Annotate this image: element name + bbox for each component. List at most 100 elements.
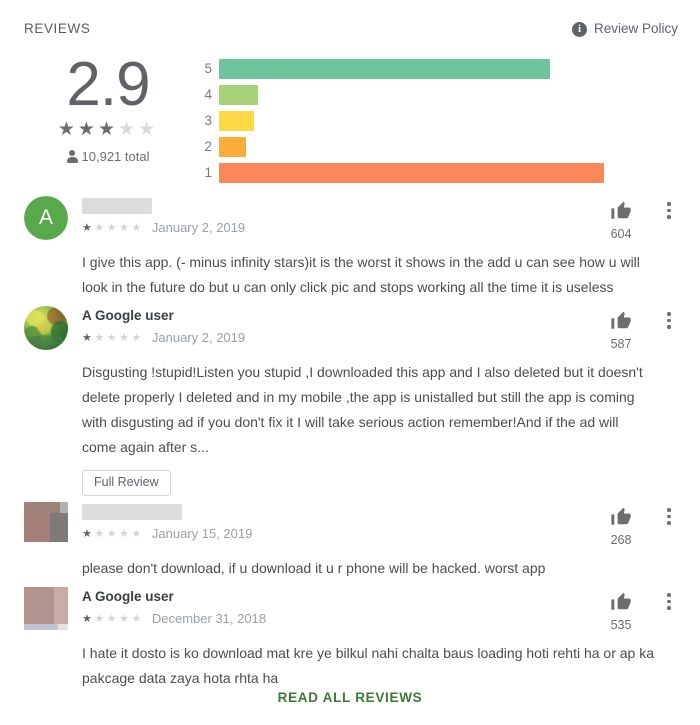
avatar xyxy=(24,502,68,546)
avatar-image xyxy=(24,502,68,546)
histogram-row-label: 4 xyxy=(204,87,212,102)
helpful-button[interactable]: 268 xyxy=(604,505,638,547)
page-title: REVIEWS xyxy=(24,21,91,36)
review-meta: ★★★★★ January 2, 2019 xyxy=(82,196,678,236)
star-empty-icon: ★ xyxy=(131,528,144,540)
thumbs-up-icon[interactable] xyxy=(609,505,633,527)
star-empty-icon: ★ xyxy=(119,528,132,540)
review-rating-line: ★★★★★ January 2, 2019 xyxy=(82,330,678,346)
helpful-button[interactable]: 535 xyxy=(604,590,638,632)
histogram-track xyxy=(219,111,666,131)
star-filled-icon: ★ xyxy=(82,528,95,540)
review-header: A ★★★★★ January 2, 2019 604 xyxy=(24,196,678,244)
star-empty-icon: ★ xyxy=(119,332,132,344)
helpful-button[interactable]: 587 xyxy=(604,309,638,351)
avatar-image xyxy=(24,587,68,631)
review-text: please don't download, if u download it … xyxy=(82,560,546,576)
author-name-redacted xyxy=(82,198,152,214)
reviews-section-header: REVIEWS i Review Policy xyxy=(24,18,678,40)
review-item: A Google user ★★★★★ January 2, 2019 587 Disg… xyxy=(0,306,700,496)
star-empty-icon: ★ xyxy=(119,222,132,234)
review-author xyxy=(82,503,678,521)
author-name: A Google user xyxy=(82,589,174,604)
helpful-count: 535 xyxy=(610,618,632,632)
histogram-bar xyxy=(219,59,551,79)
star-filled-icon: ★ xyxy=(82,332,95,344)
review-actions: 268 xyxy=(604,505,678,547)
review-header: A Google user ★★★★★ December 31, 2018 535 xyxy=(24,587,678,635)
avatar-image xyxy=(24,306,68,350)
info-icon: i xyxy=(571,21,587,37)
review-text: Disgusting !stupid!Listen you stupid ,I … xyxy=(82,364,643,455)
star-empty-icon: ★ xyxy=(118,119,139,140)
avatar xyxy=(24,587,68,631)
review-item: A ★★★★★ January 2, 2019 604 I give this app.… xyxy=(0,196,700,300)
histogram-track xyxy=(219,137,666,157)
review-meta: ★★★★★ January 15, 2019 xyxy=(82,502,678,542)
histogram-bar xyxy=(219,111,254,131)
average-star-rating: ★★★★★ xyxy=(28,120,188,140)
star-empty-icon: ★ xyxy=(131,332,144,344)
helpful-count: 587 xyxy=(610,337,632,351)
review-actions: 604 xyxy=(604,199,678,241)
helpful-count: 604 xyxy=(610,227,632,241)
histogram-row: 3 xyxy=(196,109,666,133)
avatar-initial: A xyxy=(24,196,68,240)
overflow-menu-icon[interactable] xyxy=(660,199,678,221)
overflow-menu-icon[interactable] xyxy=(660,309,678,331)
star-empty-icon: ★ xyxy=(119,613,132,625)
full-review-button[interactable]: Full Review xyxy=(82,470,171,496)
histogram-bar xyxy=(219,85,258,105)
histogram-bar xyxy=(219,163,604,183)
read-all-reviews-footer: READ ALL REVIEWS xyxy=(0,689,700,707)
review-text: I hate it dosto is ko download mat kre y… xyxy=(82,645,655,686)
star-empty-icon: ★ xyxy=(106,528,120,540)
thumbs-up-icon[interactable] xyxy=(609,199,633,221)
thumbs-up-icon[interactable] xyxy=(609,309,633,331)
histogram-track xyxy=(219,85,666,105)
ratings-summary: 2.9 ★★★★★ 10,921 total 54321 xyxy=(0,52,700,187)
read-all-reviews-button[interactable]: READ ALL REVIEWS xyxy=(278,690,423,705)
review-date: January 2, 2019 xyxy=(151,220,246,235)
star-filled-icon: ★ xyxy=(82,222,95,234)
star-filled-icon: ★ xyxy=(77,119,98,140)
review-star-rating: ★★★★★ xyxy=(82,611,144,627)
star-empty-icon: ★ xyxy=(106,613,120,625)
star-empty-icon: ★ xyxy=(94,528,107,540)
avatar xyxy=(24,306,68,350)
histogram-bar xyxy=(219,137,246,157)
author-name: A Google user xyxy=(82,308,174,323)
review-star-rating: ★★★★★ xyxy=(82,220,144,236)
review-policy-link[interactable]: i Review Policy xyxy=(571,18,678,40)
reviews-list: A ★★★★★ January 2, 2019 604 I give this app.… xyxy=(0,196,700,697)
rating-histogram: 5 4 3 2 1 xyxy=(196,57,666,187)
review-actions: 587 xyxy=(604,309,678,351)
histogram-row-label: 1 xyxy=(204,165,212,180)
review-meta: A Google user ★★★★★ December 31, 2018 xyxy=(82,587,678,627)
review-rating-line: ★★★★★ January 15, 2019 xyxy=(82,526,678,542)
person-icon xyxy=(66,150,78,163)
histogram-row: 1 xyxy=(196,161,666,185)
overflow-menu-icon[interactable] xyxy=(660,505,678,527)
star-filled-icon: ★ xyxy=(97,119,119,140)
histogram-row-label: 3 xyxy=(204,113,212,128)
star-filled-icon: ★ xyxy=(57,119,78,140)
histogram-row: 2 xyxy=(196,135,666,159)
overflow-menu-icon[interactable] xyxy=(660,590,678,612)
helpful-button[interactable]: 604 xyxy=(604,199,638,241)
histogram-track xyxy=(219,163,666,183)
thumbs-up-icon[interactable] xyxy=(609,590,633,612)
histogram-row-label: 5 xyxy=(204,61,212,76)
review-actions: 535 xyxy=(604,590,678,632)
star-empty-icon: ★ xyxy=(106,332,120,344)
review-star-rating: ★★★★★ xyxy=(82,330,144,346)
star-empty-icon: ★ xyxy=(94,332,107,344)
helpful-count: 268 xyxy=(610,533,632,547)
review-item: A Google user ★★★★★ December 31, 2018 535 I … xyxy=(0,587,700,691)
star-empty-icon: ★ xyxy=(94,613,107,625)
star-empty-icon: ★ xyxy=(131,222,144,234)
review-text: I give this app. (- minus infinity stars… xyxy=(82,254,640,295)
review-author: A Google user xyxy=(82,307,678,325)
histogram-row-label: 2 xyxy=(204,139,212,154)
review-star-rating: ★★★★★ xyxy=(82,526,144,542)
